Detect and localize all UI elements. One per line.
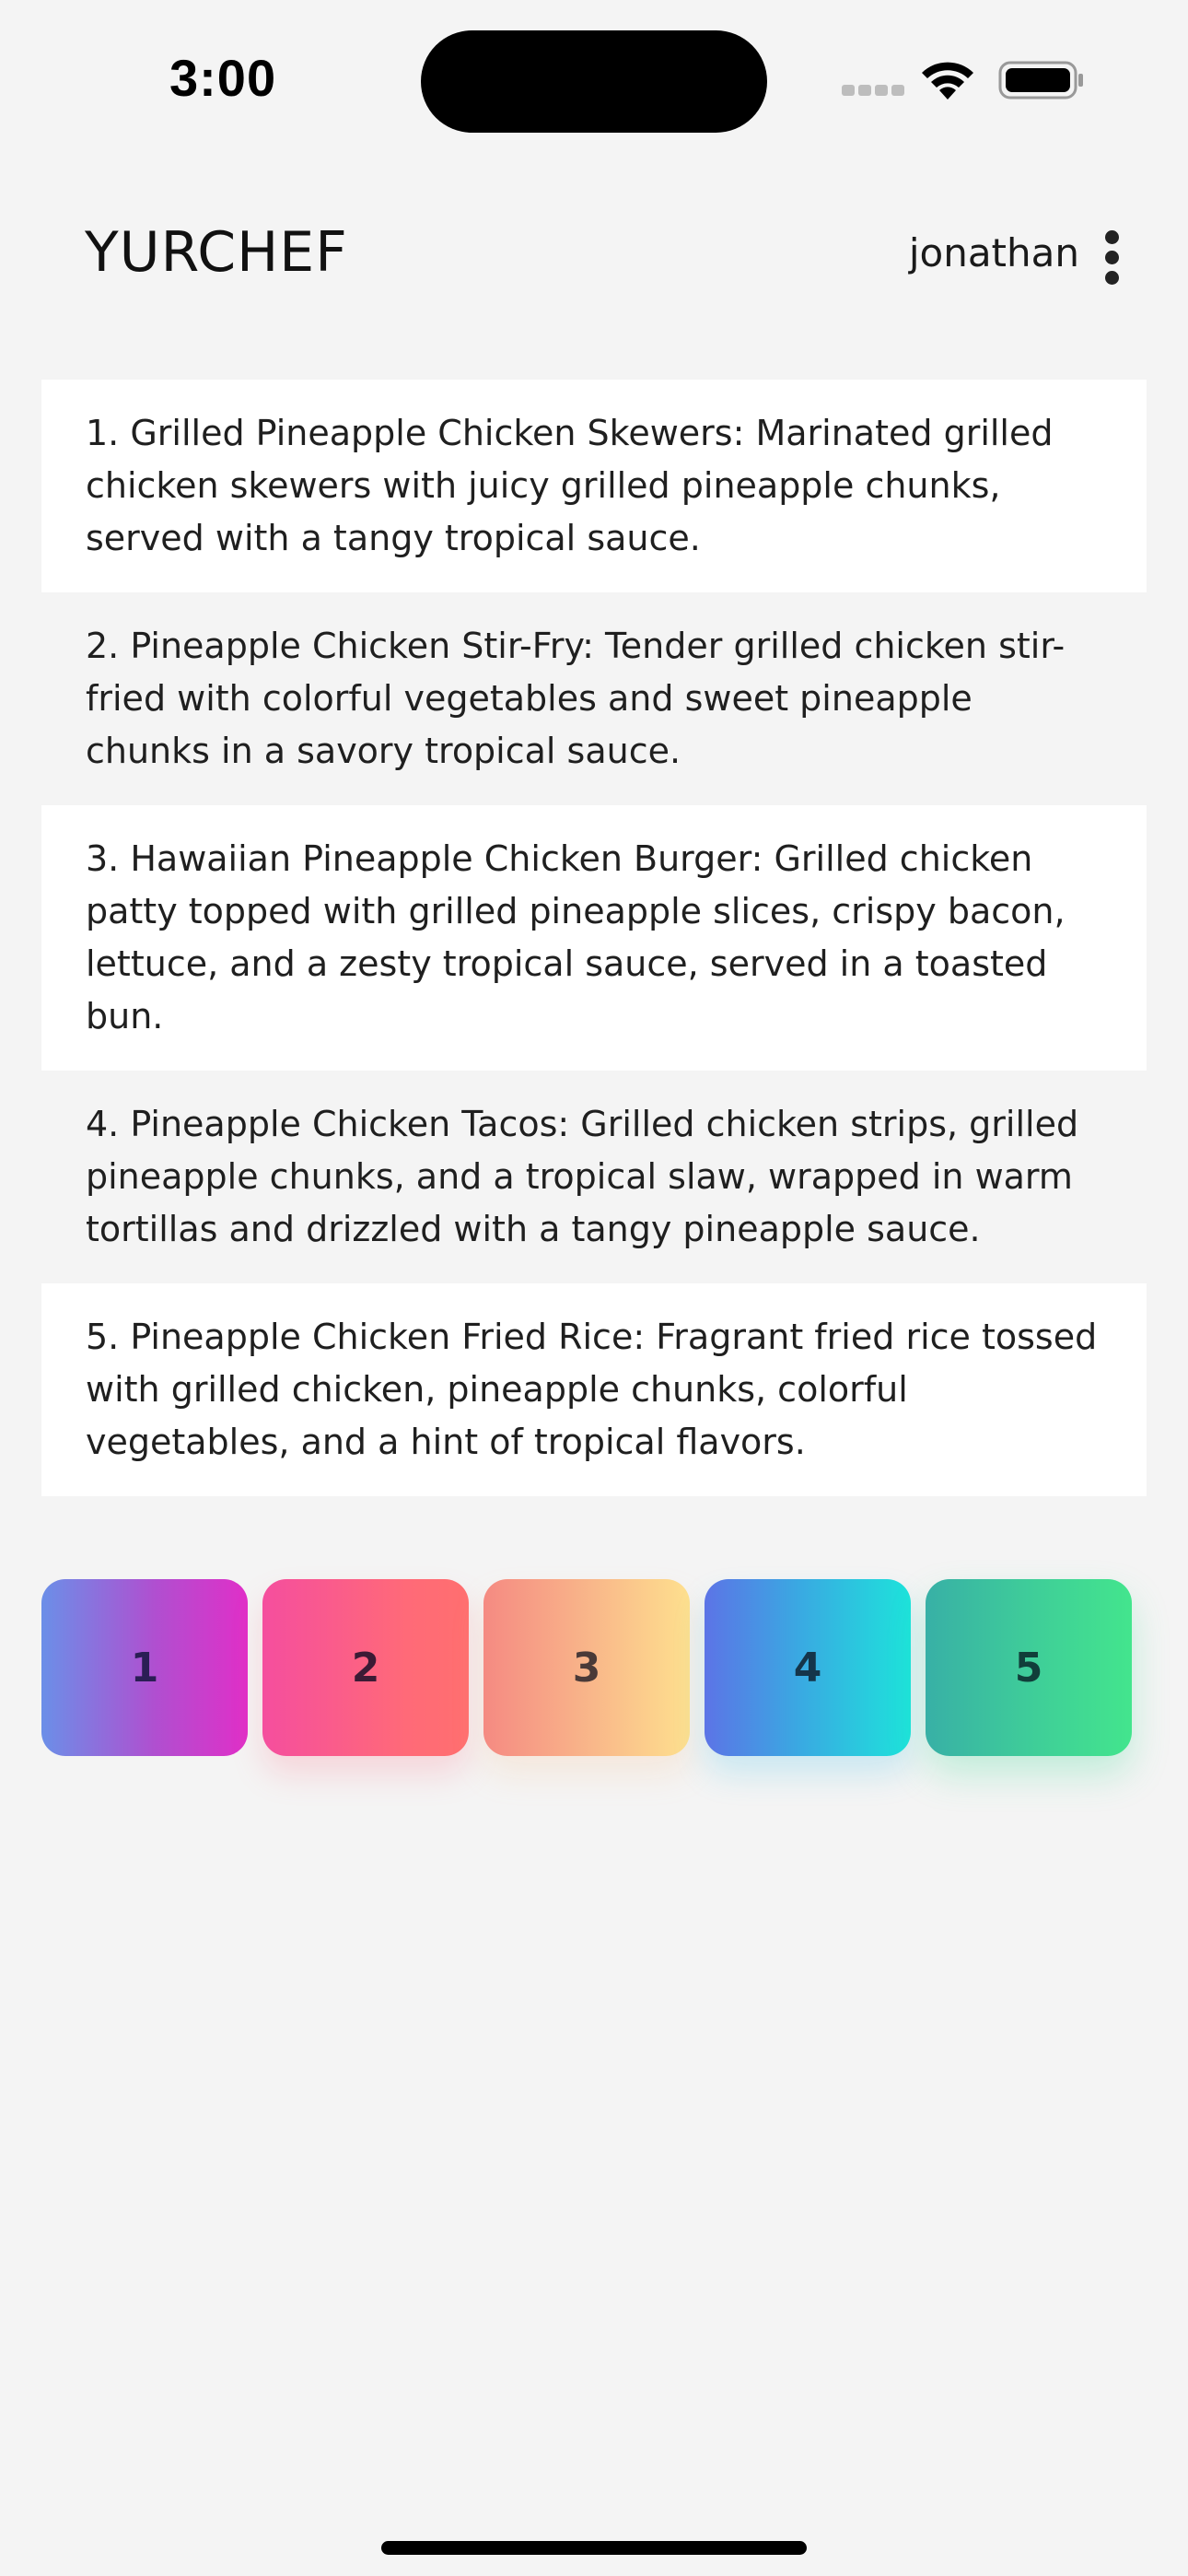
recipe-text: 1. Grilled Pineapple Chicken Skewers: Ma… xyxy=(86,413,1054,558)
recipe-text: 2. Pineapple Chicken Stir-Fry: Tender gr… xyxy=(86,626,1066,771)
card-label: 3 xyxy=(572,1644,601,1692)
dynamic-island xyxy=(421,30,767,133)
status-bar: 3:00 xyxy=(0,0,1188,157)
app-header: YURCHEF jonathan xyxy=(0,221,1188,295)
recipe-number-cards: 1 2 3 4 5 xyxy=(41,1579,1156,1756)
recipe-3-button[interactable]: 3 xyxy=(483,1579,690,1756)
recipe-4-button[interactable]: 4 xyxy=(705,1579,911,1756)
recipe-5-button[interactable]: 5 xyxy=(926,1579,1132,1756)
wifi-icon xyxy=(922,62,973,100)
recipe-item[interactable]: 1. Grilled Pineapple Chicken Skewers: Ma… xyxy=(41,380,1147,592)
recipe-item[interactable]: 5. Pineapple Chicken Fried Rice: Fragran… xyxy=(41,1283,1147,1496)
home-indicator[interactable] xyxy=(381,2541,807,2555)
recipe-list: 1. Grilled Pineapple Chicken Skewers: Ma… xyxy=(41,380,1147,1496)
recipe-2-button[interactable]: 2 xyxy=(262,1579,469,1756)
recipe-item[interactable]: 2. Pineapple Chicken Stir-Fry: Tender gr… xyxy=(41,592,1147,805)
recipe-item[interactable]: 3. Hawaiian Pineapple Chicken Burger: Gr… xyxy=(41,805,1147,1071)
card-label: 1 xyxy=(130,1644,159,1692)
yurchef-logo[interactable]: YURCHEF xyxy=(85,221,361,280)
svg-text:YURCHEF: YURCHEF xyxy=(85,221,348,280)
card-label: 2 xyxy=(351,1644,380,1692)
more-vertical-icon[interactable] xyxy=(1098,230,1129,286)
username[interactable]: jonathan xyxy=(909,230,1079,275)
status-time: 3:00 xyxy=(169,49,277,107)
recipe-text: 5. Pineapple Chicken Fried Rice: Fragran… xyxy=(86,1317,1098,1462)
cellular-signal-icon xyxy=(842,85,904,98)
recipe-1-button[interactable]: 1 xyxy=(41,1579,248,1756)
battery-icon xyxy=(998,61,1083,100)
recipe-text: 4. Pineapple Chicken Tacos: Grilled chic… xyxy=(86,1104,1079,1249)
card-label: 4 xyxy=(793,1644,822,1692)
recipe-text: 3. Hawaiian Pineapple Chicken Burger: Gr… xyxy=(86,838,1066,1036)
recipe-item[interactable]: 4. Pineapple Chicken Tacos: Grilled chic… xyxy=(41,1071,1147,1283)
card-label: 5 xyxy=(1014,1644,1043,1692)
